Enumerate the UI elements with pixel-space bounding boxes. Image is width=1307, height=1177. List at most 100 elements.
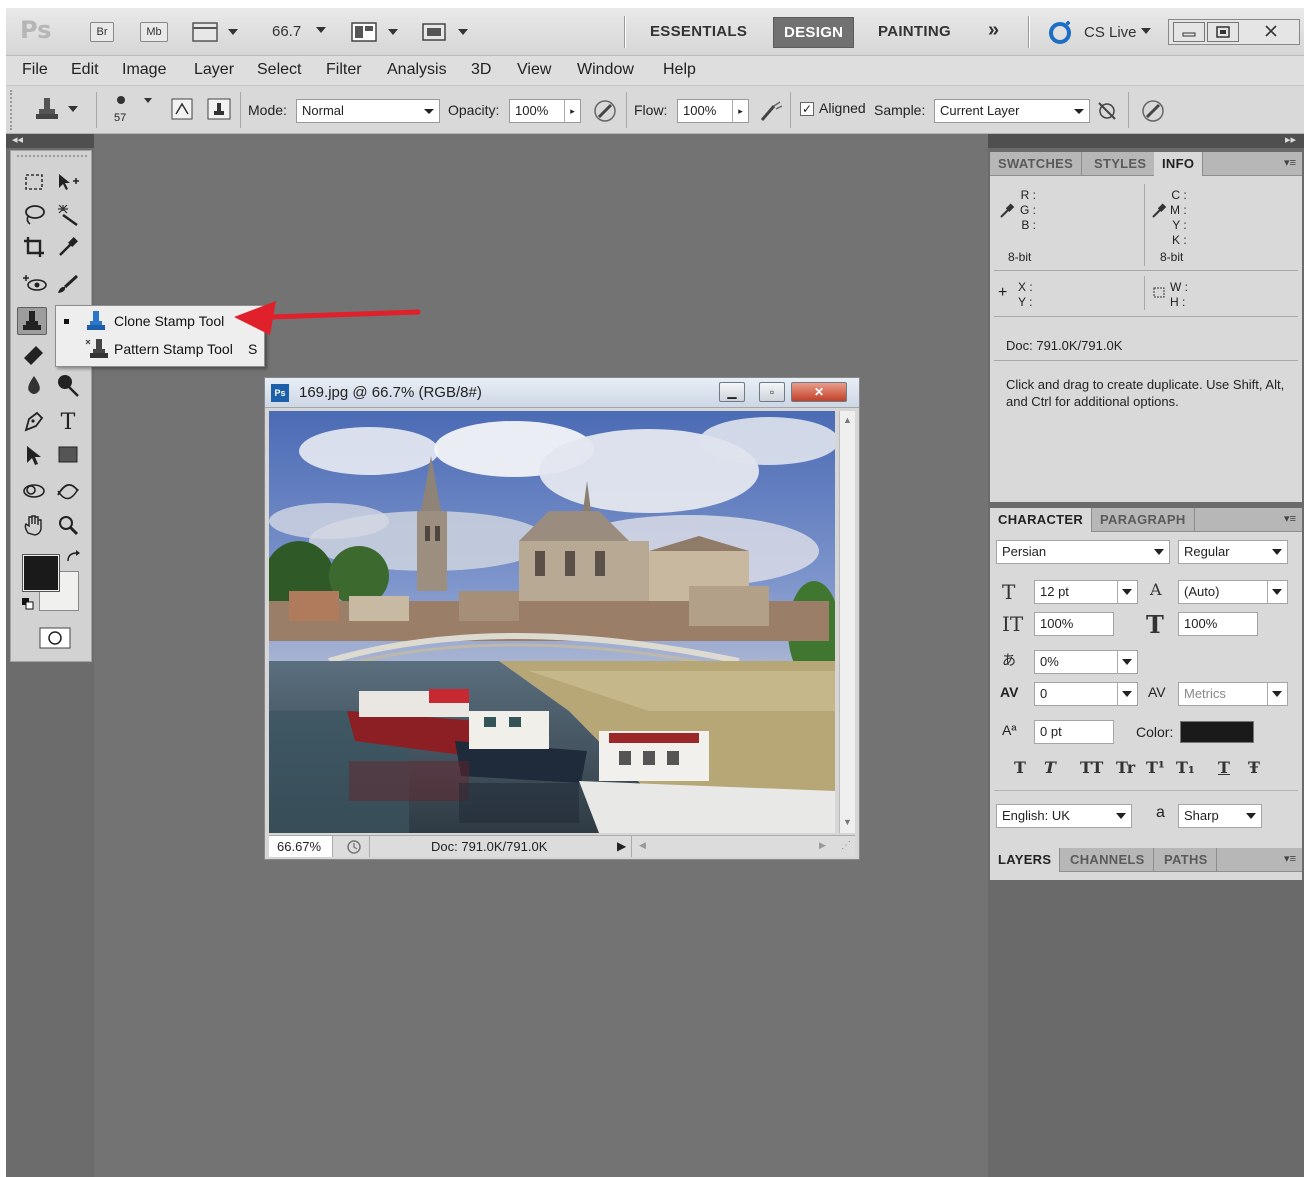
bridge-button[interactable]: Br (90, 22, 114, 42)
dodge-tool-icon[interactable] (53, 373, 83, 401)
mode-select[interactable]: Normal (296, 99, 440, 123)
swap-colors-icon[interactable] (65, 549, 81, 568)
pressure-opacity-icon[interactable] (592, 98, 618, 127)
baseline-shift-field[interactable]: 0 pt (1034, 720, 1114, 744)
tsume-field[interactable]: 0% (1034, 650, 1138, 674)
document-image[interactable] (269, 411, 835, 833)
small-caps-button[interactable]: Tr (1116, 758, 1135, 777)
chevron-down-icon[interactable] (1267, 581, 1287, 603)
menu-edit[interactable]: Edit (71, 61, 99, 79)
tab-character[interactable]: CHARACTER (990, 508, 1093, 532)
panel-menu-icon[interactable]: ▾≡ (1284, 852, 1296, 865)
workspace-essentials[interactable]: ESSENTIALS (650, 23, 747, 40)
collapse-icon[interactable]: ◂◂ (12, 133, 23, 146)
font-size-field[interactable]: 12 pt (1034, 580, 1138, 604)
menu-select[interactable]: Select (257, 61, 301, 79)
hand-tool-icon[interactable] (19, 513, 49, 541)
tab-styles[interactable]: STYLES (1086, 152, 1156, 176)
scroll-right-icon[interactable]: ▶ (819, 840, 826, 851)
status-menu-icon[interactable]: ▶ (617, 839, 626, 853)
scroll-up-icon[interactable]: ▲ (843, 415, 852, 425)
flow-slider-toggle[interactable]: ▸ (732, 100, 748, 122)
brush-panel-icon[interactable] (170, 97, 194, 124)
scroll-left-icon[interactable]: ◀ (639, 840, 646, 851)
magic-wand-tool-icon[interactable] (53, 203, 83, 231)
mini-bridge-button[interactable]: Mb (140, 22, 168, 42)
menu-analysis[interactable]: Analysis (387, 61, 447, 79)
more-workspaces-icon[interactable]: » (988, 19, 999, 42)
opacity-slider-toggle[interactable]: ▸ (564, 100, 580, 122)
tab-layers[interactable]: LAYERS (990, 848, 1061, 872)
leading-field[interactable]: (Auto) (1178, 580, 1288, 604)
menu-view[interactable]: View (517, 61, 551, 79)
kerning-field[interactable]: 0 (1034, 682, 1138, 706)
sample-select[interactable]: Current Layer (934, 99, 1090, 123)
menu-3d[interactable]: 3D (471, 61, 491, 79)
all-caps-button[interactable]: TT (1080, 758, 1103, 777)
workspace-design[interactable]: DESIGN (773, 17, 855, 48)
document-titlebar[interactable]: Ps 169.jpg @ 66.7% (RGB/8#) ▁ ▫ ✕ (265, 378, 859, 408)
doc-maximize-icon[interactable]: ▫ (759, 382, 785, 402)
path-selection-tool-icon[interactable] (19, 443, 49, 471)
zoom-field[interactable]: 66.67% (269, 836, 333, 857)
toolbox-grip[interactable] (17, 155, 87, 161)
rectangle-tool-icon[interactable] (53, 443, 83, 471)
arrange-documents-button[interactable] (350, 20, 402, 47)
blur-tool-icon[interactable] (19, 373, 49, 401)
marquee-tool-icon[interactable] (19, 171, 49, 199)
menu-window[interactable]: Window (577, 61, 634, 79)
cs-live-icon[interactable] (1048, 20, 1074, 49)
zoom-level[interactable]: 66.7 (272, 23, 301, 40)
lasso-tool-icon[interactable] (19, 203, 49, 231)
cs-live-button[interactable]: CS Live (1084, 24, 1137, 41)
default-colors-icon[interactable] (21, 597, 35, 614)
quick-mask-icon[interactable] (39, 627, 71, 652)
flow-field[interactable]: 100% ▸ (677, 99, 749, 123)
pen-tool-icon[interactable] (19, 409, 49, 437)
close-icon[interactable] (1249, 22, 1295, 42)
menu-file[interactable]: File (22, 61, 48, 79)
move-tool-icon[interactable] (53, 171, 83, 199)
tab-paths[interactable]: PATHS (1156, 848, 1217, 872)
language-select[interactable]: English: UK (996, 804, 1132, 828)
3d-orbit-tool-icon[interactable] (53, 479, 83, 507)
airbrush-icon[interactable] (758, 98, 786, 127)
panel-menu-icon[interactable]: ▾≡ (1284, 156, 1296, 169)
menu-filter[interactable]: Filter (326, 61, 362, 79)
tab-info[interactable]: INFO (1154, 152, 1204, 176)
brush-picker[interactable] (114, 94, 156, 111)
tab-swatches[interactable]: SWATCHES (990, 152, 1083, 176)
menu-image[interactable]: Image (122, 61, 166, 79)
pressure-size-icon[interactable] (1140, 98, 1166, 127)
type-tool-icon[interactable]: T (53, 409, 83, 437)
aligned-checkbox[interactable]: ✓ (800, 102, 814, 116)
strikethrough-button[interactable]: Ŧ (1248, 758, 1260, 777)
cs-live-dropdown-icon[interactable] (1140, 24, 1152, 41)
clone-source-panel-icon[interactable] (206, 97, 232, 124)
text-color-swatch[interactable] (1180, 721, 1254, 743)
opacity-field[interactable]: 100% ▸ (509, 99, 581, 123)
faux-italic-button[interactable]: T (1044, 758, 1056, 777)
doc-minimize-icon[interactable]: ▁ (719, 382, 745, 402)
menu-help[interactable]: Help (663, 61, 696, 79)
faux-bold-button[interactable]: T (1014, 758, 1026, 777)
workspace-painting[interactable]: PAINTING (878, 23, 951, 40)
options-grip[interactable] (10, 90, 15, 130)
resize-grip-icon[interactable]: ⋰ (841, 840, 851, 851)
restore-icon[interactable] (1207, 22, 1239, 42)
minimize-icon[interactable] (1173, 22, 1205, 42)
vertical-scale-field[interactable]: 100% (1034, 612, 1114, 636)
spot-healing-tool-icon[interactable] (19, 273, 49, 301)
horizontal-scale-field[interactable]: 100% (1178, 612, 1258, 636)
underline-button[interactable]: T (1218, 758, 1230, 777)
eyedropper-tool-icon[interactable] (53, 235, 83, 263)
scroll-down-icon[interactable]: ▼ (843, 817, 852, 827)
panel-collapse-bar[interactable]: ▸▸ (988, 134, 1304, 148)
screen-mode-button[interactable] (420, 20, 472, 47)
doc-close-icon[interactable]: ✕ (791, 382, 847, 402)
tab-channels[interactable]: CHANNELS (1062, 848, 1154, 872)
expand-icon[interactable]: ▸▸ (1285, 133, 1296, 146)
chevron-down-icon[interactable] (1267, 683, 1287, 705)
tool-preset-picker[interactable] (32, 96, 86, 127)
chevron-down-icon[interactable] (1117, 581, 1137, 603)
